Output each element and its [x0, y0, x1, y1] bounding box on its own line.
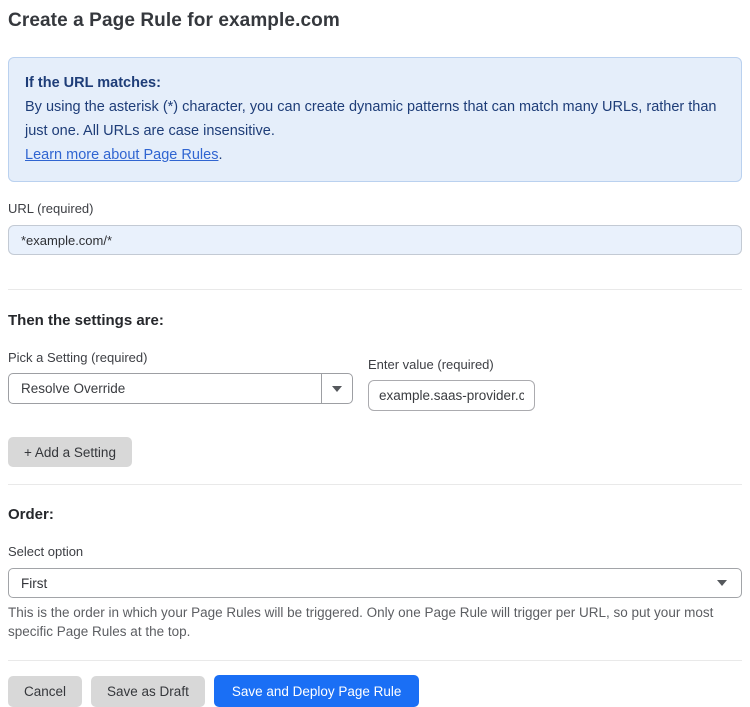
order-select[interactable]: First: [8, 568, 742, 598]
save-as-draft-button[interactable]: Save as Draft: [91, 675, 205, 707]
enter-value-label: Enter value (required): [368, 357, 494, 372]
url-match-info-box: If the URL matches: By using the asteris…: [8, 57, 742, 182]
info-link-line: Learn more about Page Rules.: [25, 143, 725, 167]
add-setting-button[interactable]: + Add a Setting: [8, 437, 132, 467]
create-page-rule-form: Create a Page Rule for example.com If th…: [0, 0, 750, 707]
section-divider: [8, 484, 742, 485]
page-title: Create a Page Rule for example.com: [8, 10, 340, 31]
info-box-body: By using the asterisk (*) character, you…: [25, 99, 717, 139]
order-select-label: Select option: [8, 544, 84, 559]
info-link-period: .: [218, 147, 223, 163]
order-help-text: This is the order in which your Page Rul…: [8, 605, 714, 639]
url-input[interactable]: [8, 225, 742, 255]
cancel-button[interactable]: Cancel: [8, 675, 83, 707]
order-select-value: First: [21, 575, 48, 591]
chevron-down-icon: [332, 385, 342, 392]
save-and-deploy-button[interactable]: Save and Deploy Page Rule: [213, 675, 420, 707]
pick-setting-label: Pick a Setting (required): [8, 350, 148, 365]
setting-dropdown[interactable]: Resolve Override: [8, 373, 353, 404]
footer-divider: [8, 660, 742, 661]
learn-more-page-rules-link[interactable]: Learn more about Page Rules: [25, 147, 218, 163]
url-field-label: URL (required): [8, 201, 94, 216]
enter-value-column: Enter value (required): [368, 357, 535, 411]
setting-value-input[interactable]: [368, 380, 535, 411]
order-section-heading: Order:: [8, 506, 54, 523]
section-divider: [8, 289, 742, 290]
info-box-heading: If the URL matches:: [25, 75, 161, 91]
chevron-down-icon: [717, 580, 727, 586]
form-actions: Cancel Save as Draft Save and Deploy Pag…: [8, 675, 742, 707]
setting-dropdown-arrow-button[interactable]: [321, 374, 352, 403]
setting-row: Pick a Setting (required) Resolve Overri…: [8, 350, 742, 411]
pick-setting-column: Pick a Setting (required) Resolve Overri…: [8, 350, 353, 404]
setting-dropdown-value: Resolve Override: [21, 381, 126, 396]
settings-section-heading: Then the settings are:: [8, 312, 164, 329]
